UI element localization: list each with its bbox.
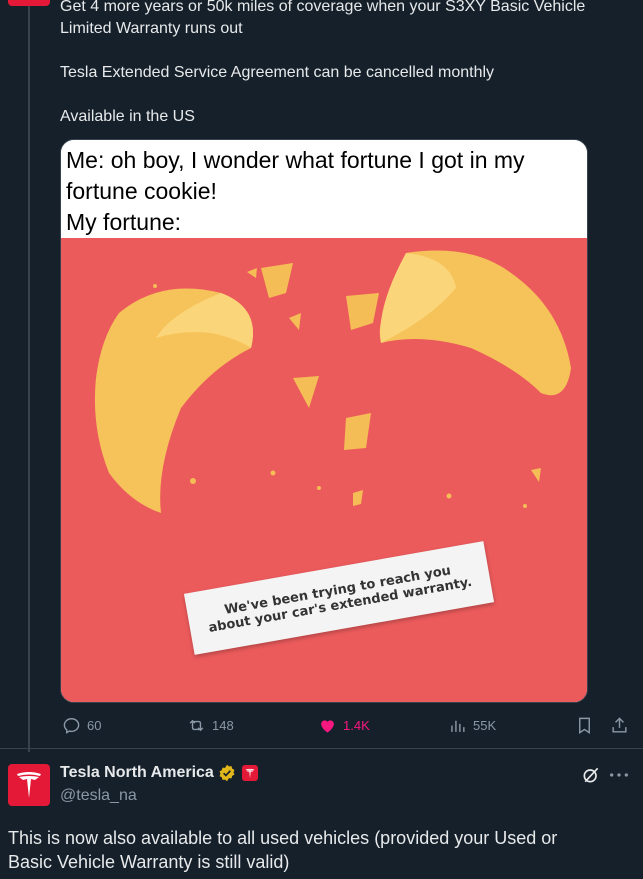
fortune-cookie-photo: We've been trying to reach you about you… — [61, 238, 587, 702]
tweet-text: Get 4 more years or 50k miles of coverag… — [60, 0, 630, 150]
tweet-media-image[interactable]: Me: oh boy, I wonder what fortune I got … — [60, 139, 588, 703]
tweet-paragraph-1: Get 4 more years or 50k miles of coverag… — [60, 0, 586, 37]
heart-icon — [321, 720, 334, 733]
share-icon — [612, 717, 627, 733]
bookmark-icon — [579, 717, 590, 734]
tweet-divider — [0, 748, 643, 749]
tweet-paragraph-2: Tesla Extended Service Agreement can be … — [60, 64, 495, 81]
analytics-icon — [451, 720, 465, 732]
repost-icon — [189, 719, 204, 732]
tesla-logo-icon — [17, 772, 41, 798]
meme-caption-line-2: My fortune: — [66, 209, 182, 235]
thread-line — [28, 0, 30, 752]
tweet-paragraph-3: Available in the US — [60, 108, 195, 125]
verified-badge-icon[interactable] — [218, 764, 236, 782]
reply-author-avatar[interactable] — [8, 764, 50, 806]
meme-caption: Me: oh boy, I wonder what fortune I got … — [61, 140, 587, 236]
reply-count: 60 — [87, 718, 102, 733]
reply-tweet-text: This is now also available to all used v… — [8, 828, 558, 872]
tweet-action-bar: 60 148 1.4K 55K — [60, 716, 635, 740]
views-button[interactable]: 55K — [448, 716, 496, 735]
bookmark-button[interactable] — [575, 716, 600, 735]
like-count: 1.4K — [343, 718, 370, 733]
affiliate-badge-icon[interactable] — [241, 765, 258, 781]
author-avatar[interactable] — [8, 0, 50, 6]
repost-count: 148 — [212, 718, 234, 733]
reply-author-name[interactable]: Tesla North America — [60, 764, 214, 782]
repost-button[interactable]: 148 — [187, 716, 234, 735]
grok-icon[interactable] — [581, 765, 601, 785]
more-options-icon[interactable] — [608, 765, 630, 785]
views-count: 55K — [473, 718, 497, 733]
fortune-cookie-illustration — [61, 238, 587, 702]
share-button[interactable] — [610, 716, 635, 735]
like-button[interactable]: 1.4K — [318, 716, 370, 735]
meme-caption-line-1: Me: oh boy, I wonder what fortune I got … — [66, 147, 525, 204]
tesla-affiliate-logo-icon — [245, 768, 255, 778]
reply-icon — [63, 718, 80, 734]
reply-author-name-row[interactable]: Tesla North America — [60, 764, 258, 782]
reply-author-handle[interactable]: @tesla_na — [60, 787, 137, 805]
reply-button[interactable]: 60 — [62, 716, 101, 735]
